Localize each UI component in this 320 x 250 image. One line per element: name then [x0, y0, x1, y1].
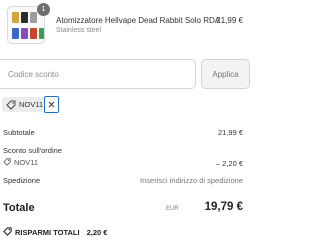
savings-value: 2,20 € — [86, 228, 108, 237]
discount-code-input[interactable] — [0, 59, 196, 89]
tag-icon-small — [3, 158, 11, 166]
savings-label: RISPARMI TOTALI — [15, 228, 80, 237]
discount-code-row-label: NOV11 — [14, 158, 39, 167]
total-label: Totale — [3, 202, 35, 214]
savings-tag-icon — [3, 227, 12, 236]
applied-discount-code: NOV11 — [19, 100, 44, 109]
product-price: 21,99 € — [216, 16, 243, 25]
discount-amount: – 2,20 € — [215, 159, 243, 168]
applied-discount-tag: NOV11 — [2, 96, 59, 113]
total-savings: RISPARMI TOTALI 2,20 € — [3, 227, 107, 237]
shipping-label: Spedizione — [3, 176, 41, 185]
subtotal-value: 21,99 € — [217, 128, 243, 137]
product-variant: Stainless steel — [56, 27, 102, 34]
total-value: 19,79 € — [204, 201, 243, 213]
order-discount-label: Sconto sull'ordine — [3, 146, 62, 155]
product-title: Atomizzatore Hellvape Dead Rabbit Solo R… — [56, 16, 221, 25]
subtotal-label: Subtotale — [3, 128, 35, 137]
shipping-value: Inserisci indirizzo di spedizione — [140, 176, 243, 185]
tag-icon — [6, 100, 16, 110]
cart-line-item: 1 Atomizzatore Hellvape Dead Rabbit Solo… — [7, 3, 243, 46]
apply-discount-button[interactable]: Applica — [201, 59, 250, 89]
remove-discount-button[interactable] — [44, 96, 59, 113]
quantity-badge: 1 — [37, 3, 50, 16]
total-currency: EUR — [166, 206, 179, 212]
close-icon — [48, 101, 55, 108]
discount-code-row: NOV11 — [3, 158, 38, 167]
